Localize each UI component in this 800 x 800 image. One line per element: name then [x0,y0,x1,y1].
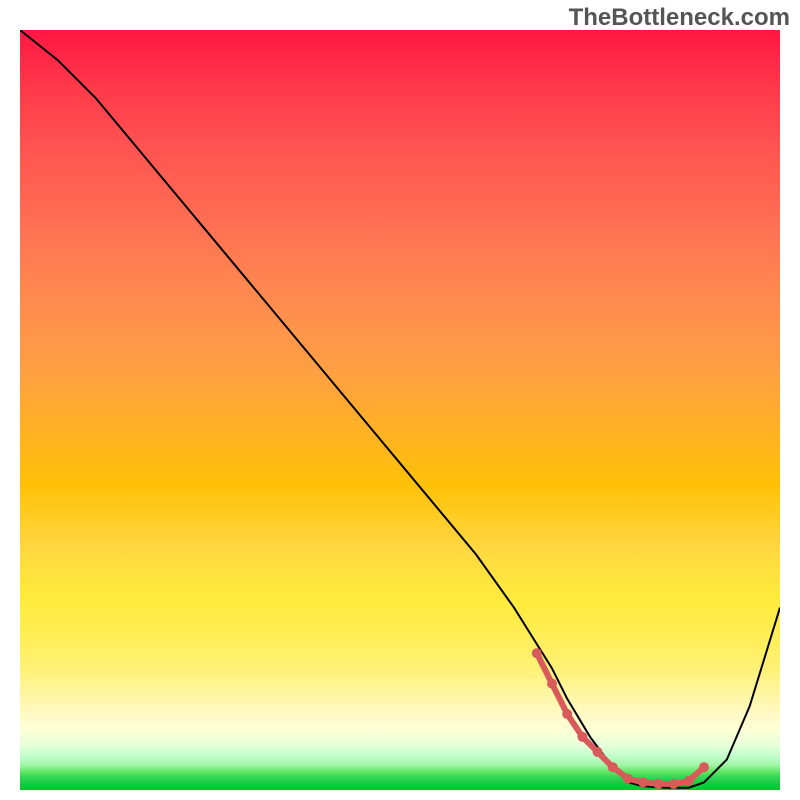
watermark-text: TheBottleneck.com [569,4,790,32]
curve-svg [20,30,780,790]
highlight-markers [532,648,709,789]
plot-area [20,30,780,790]
curve-line [20,30,780,788]
